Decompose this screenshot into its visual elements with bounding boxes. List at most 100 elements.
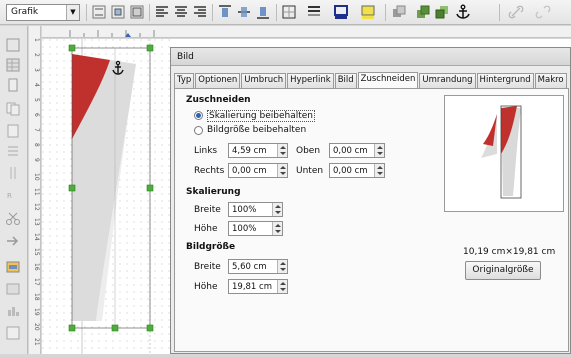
ruler-mark: 7: [33, 128, 40, 132]
chart-icon[interactable]: [5, 304, 21, 318]
page-icon[interactable]: [5, 78, 21, 92]
frame-style-select[interactable]: Grafik ▼: [6, 4, 80, 21]
toolbar-separator: [149, 4, 150, 21]
scissors-icon[interactable]: [5, 212, 21, 226]
ruler-mark: 16: [33, 263, 40, 271]
tab-zuschneiden[interactable]: Zuschneiden: [357, 72, 419, 88]
arrow-right-icon[interactable]: [5, 234, 21, 248]
dialog-titlebar[interactable]: Bild: [171, 48, 570, 66]
border-style-icon[interactable]: [306, 4, 322, 20]
tab-umrandung[interactable]: Umrandung: [419, 73, 476, 88]
spin-buttons[interactable]: [277, 164, 287, 177]
arrange-icon[interactable]: [391, 4, 407, 20]
keep-size-label[interactable]: Bildgröße beibehalten: [207, 125, 306, 135]
tab-typ[interactable]: Typ: [174, 73, 195, 88]
crop-left-field[interactable]: 4,59 cm: [228, 143, 288, 158]
crop-left-label: Links: [194, 146, 218, 156]
ruler-mark: 1: [33, 38, 40, 42]
send-backward-icon[interactable]: [434, 4, 450, 20]
gallery-icon[interactable]: [5, 282, 21, 296]
keep-scale-label[interactable]: Skalierung beibehalten: [207, 110, 315, 122]
tab-makro[interactable]: Makro: [534, 73, 567, 88]
crop-preview: [444, 95, 564, 212]
scale-height-value: 100%: [232, 224, 257, 234]
text-effect-icon[interactable]: [5, 166, 21, 180]
spin-buttons[interactable]: [277, 280, 287, 293]
toolbar-separator: [276, 4, 277, 21]
resize-handle[interactable]: [68, 184, 76, 192]
crop-right-field[interactable]: 0,00 cm: [228, 163, 288, 178]
crop-tab-panel: Zuschneiden Skalierung beibehalten Bildg…: [174, 88, 569, 352]
crop-right-label: Rechts: [194, 166, 225, 176]
tab-optionen[interactable]: Optionen: [195, 73, 241, 88]
chevron-down-icon[interactable]: ▼: [66, 5, 79, 20]
abc-icon[interactable]: R: [5, 188, 21, 202]
resize-handle[interactable]: [146, 184, 154, 192]
scale-width-label: Breite: [194, 205, 221, 215]
border-color-icon[interactable]: [333, 4, 349, 20]
toolbar-separator: [385, 4, 386, 21]
table-icon[interactable]: [5, 58, 21, 72]
align-right-icon[interactable]: [192, 4, 208, 20]
unlink-icon[interactable]: [535, 4, 551, 20]
size-width-value: 5,60 cm: [232, 262, 267, 272]
crop-bottom-field[interactable]: 0,00 cm: [329, 163, 385, 178]
resize-handle[interactable]: [68, 324, 76, 332]
wrap-optimal-icon[interactable]: [129, 4, 145, 20]
align-top-icon[interactable]: [217, 4, 233, 20]
keep-size-radio[interactable]: [194, 126, 203, 135]
anchor-icon[interactable]: [455, 4, 471, 20]
link-icon[interactable]: [508, 4, 524, 20]
original-size-text: 10,19 cm×19,81 cm: [463, 247, 556, 257]
background-color-icon[interactable]: [360, 4, 376, 20]
document-icon[interactable]: [5, 124, 21, 138]
crop-heading: Zuschneiden: [186, 95, 251, 105]
crop-left-value: 4,59 cm: [232, 146, 267, 156]
dialog-title: Bild: [177, 52, 194, 62]
ruler-mark: 18: [33, 293, 40, 301]
toolbar-separator: [86, 4, 87, 21]
crop-top-field[interactable]: 0,00 cm: [329, 143, 385, 158]
resize-handle[interactable]: [68, 44, 76, 52]
original-size-button[interactable]: Originalgröße: [465, 261, 541, 280]
borders-icon[interactable]: [281, 4, 297, 20]
image-icon[interactable]: [5, 260, 21, 274]
ruler-mark: 20: [33, 323, 40, 331]
size-height-value: 19,81 cm: [232, 282, 272, 292]
align-bottom-icon[interactable]: [255, 4, 271, 20]
crop-right-value: 0,00 cm: [232, 166, 267, 176]
align-middle-icon[interactable]: [236, 4, 252, 20]
list-icon[interactable]: [5, 144, 21, 158]
ruler-mark: 3: [33, 68, 40, 72]
wrap-page-icon[interactable]: [110, 4, 126, 20]
scale-height-field[interactable]: 100%: [228, 221, 283, 236]
spin-buttons[interactable]: [374, 144, 384, 157]
spin-buttons[interactable]: [272, 203, 282, 216]
tab-hyperlink[interactable]: Hyperlink: [287, 73, 334, 88]
spin-buttons[interactable]: [374, 164, 384, 177]
ruler-mark: 5: [33, 98, 40, 102]
resize-handle[interactable]: [146, 324, 154, 332]
resize-handle[interactable]: [146, 44, 154, 52]
wrap-off-icon[interactable]: [91, 4, 107, 20]
formula-icon[interactable]: [5, 326, 21, 340]
align-left-icon[interactable]: [154, 4, 170, 20]
align-center-icon[interactable]: [173, 4, 189, 20]
resize-handle[interactable]: [111, 324, 119, 332]
spin-buttons[interactable]: [277, 260, 287, 273]
crop-bottom-value: 0,00 cm: [333, 166, 368, 176]
spin-buttons[interactable]: [277, 144, 287, 157]
tab-bar: Typ Optionen Umbruch Hyperlink Bild Zusc…: [174, 72, 568, 88]
tab-hintergrund[interactable]: Hintergrund: [476, 73, 534, 88]
frame-icon[interactable]: [5, 38, 21, 52]
copy-icon[interactable]: [5, 102, 21, 116]
size-height-field[interactable]: 19,81 cm: [228, 279, 288, 294]
toolbar-separator: [212, 4, 213, 21]
tab-bild[interactable]: Bild: [334, 73, 357, 88]
bring-forward-icon[interactable]: [415, 4, 431, 20]
spin-buttons[interactable]: [272, 222, 282, 235]
keep-scale-radio[interactable]: [194, 111, 203, 120]
tab-umbruch[interactable]: Umbruch: [241, 73, 287, 88]
size-width-field[interactable]: 5,60 cm: [228, 259, 288, 274]
scale-width-field[interactable]: 100%: [228, 202, 283, 217]
